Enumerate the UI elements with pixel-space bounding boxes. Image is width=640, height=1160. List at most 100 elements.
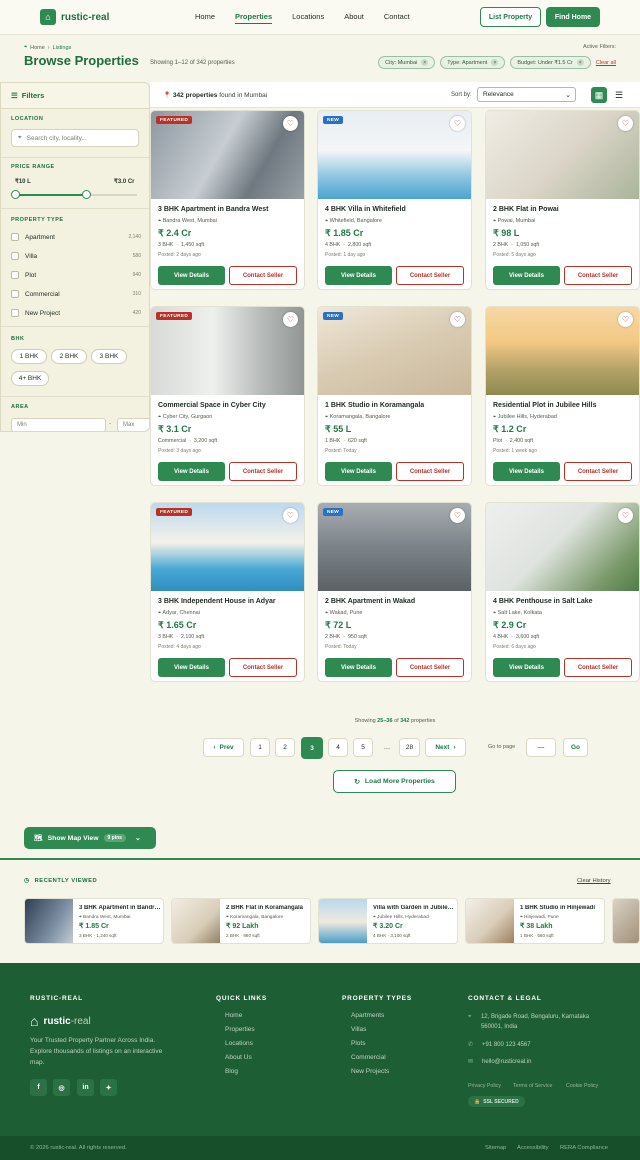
location-search-input[interactable]: ⌖ Search city, locality... — [11, 129, 139, 147]
bhk-option-1[interactable]: 1 BHK — [11, 349, 47, 364]
heart-icon[interactable]: ♡ — [283, 508, 298, 523]
view-details-button[interactable]: View Details — [325, 658, 392, 677]
close-icon[interactable]: × — [576, 59, 584, 66]
property-image[interactable] — [151, 307, 304, 395]
checkbox[interactable] — [11, 309, 19, 317]
view-details-button[interactable]: View Details — [493, 658, 560, 677]
goto-button[interactable]: Go — [563, 738, 588, 757]
checkbox[interactable] — [11, 233, 19, 241]
footer-logo[interactable]: ⌂ rustic-real — [30, 1013, 91, 1029]
contact-seller-button[interactable]: Contact Seller — [229, 462, 297, 481]
contact-seller-button[interactable]: Contact Seller — [564, 462, 632, 481]
show-map-view-button[interactable]: 🗺 Show Map View 9 pins ⌄ — [24, 827, 156, 849]
type-option-new-project[interactable]: New Project 420 — [11, 307, 141, 319]
contact-seller-button[interactable]: Contact Seller — [229, 658, 297, 677]
property-title[interactable]: 4 BHK Villa in Whitefield — [325, 206, 406, 213]
property-title[interactable]: 3 BHK Apartment in Bandra West — [158, 206, 268, 213]
close-icon[interactable]: × — [491, 59, 499, 66]
area-max-input[interactable]: Max — [117, 418, 149, 431]
linkedin-icon[interactable]: in — [77, 1079, 94, 1096]
footer-link-home[interactable]: Home — [225, 1012, 242, 1019]
find-home-button[interactable]: Find Home — [546, 7, 600, 27]
page-button[interactable]: 1 — [250, 738, 270, 757]
page-button[interactable]: 4 — [328, 738, 348, 757]
property-card[interactable]: NEW ♡ 1 BHK Studio in Koramangala ⌖ Koraman… — [317, 306, 472, 486]
prev-page-button[interactable]: ‹ Prev — [203, 738, 244, 757]
heart-icon[interactable]: ♡ — [618, 508, 633, 523]
view-details-button[interactable]: View Details — [158, 266, 225, 285]
property-title[interactable]: 3 BHK Independent House in Adyar — [158, 598, 276, 605]
heart-icon[interactable]: ♡ — [283, 312, 298, 327]
recently-viewed-card[interactable]: 3 BHK Apartment in Bandra West ⌖ Bandra W… — [24, 898, 164, 944]
contact-seller-button[interactable]: Contact Seller — [564, 658, 632, 677]
view-details-button[interactable]: View Details — [325, 462, 392, 481]
list-view-icon[interactable]: ☰ — [611, 87, 627, 103]
cookie-policy-link[interactable]: Cookie Policy — [566, 1083, 598, 1089]
property-title[interactable]: 2 BHK Apartment in Wakad — [325, 598, 415, 605]
view-details-button[interactable]: View Details — [325, 266, 392, 285]
clear-all-link[interactable]: Clear all — [596, 60, 616, 66]
property-card[interactable]: ♡ 4 BHK Penthouse in Salt Lake ⌖ Salt Lake… — [485, 502, 640, 682]
contact-seller-button[interactable]: Contact Seller — [229, 266, 297, 285]
property-title[interactable]: 1 BHK Studio in Koramangala — [325, 402, 424, 409]
instagram-icon[interactable]: ◎ — [53, 1079, 70, 1096]
page-button[interactable]: 2 — [275, 738, 295, 757]
footer-type-villas[interactable]: Villas — [351, 1026, 366, 1033]
property-title[interactable]: Commercial Space in Cyber City — [158, 402, 266, 409]
recently-viewed-card[interactable]: 2 BHK Flat in Koramangala ⌖ Koramangala, … — [171, 898, 311, 944]
footer-link-properties[interactable]: Properties — [225, 1026, 255, 1033]
breadcrumb-home[interactable]: Home — [30, 45, 45, 51]
terms-link[interactable]: Terms of Service — [513, 1083, 552, 1089]
property-image[interactable] — [486, 503, 639, 591]
property-card[interactable]: FEATURED ♡ 3 BHK Apartment in Bandra West ⌖… — [150, 110, 305, 290]
heart-icon[interactable]: ♡ — [618, 312, 633, 327]
property-card[interactable]: FEATURED ♡ 3 BHK Independent House in Adya… — [150, 502, 305, 682]
property-image[interactable] — [318, 503, 471, 591]
footer-type-new-projects[interactable]: New Projects — [351, 1068, 389, 1075]
property-card[interactable]: NEW ♡ 4 BHK Villa in Whitefield ⌖ Whitefiel… — [317, 110, 472, 290]
recently-viewed-card[interactable]: Villa with Garden in Jubilee Hills ⌖ Jubi… — [318, 898, 458, 944]
nav-properties[interactable]: Properties — [235, 12, 273, 24]
logo[interactable]: ⌂ rustic-real — [40, 9, 109, 25]
clear-history-link[interactable]: Clear History — [577, 878, 611, 884]
nav-locations[interactable]: Locations — [292, 12, 324, 24]
grid-view-icon[interactable]: ▦ — [591, 87, 607, 103]
contact-seller-button[interactable]: Contact Seller — [396, 266, 464, 285]
type-option-apartment[interactable]: Apartment 2,140 — [11, 231, 141, 243]
privacy-policy-link[interactable]: Privacy Policy — [468, 1083, 501, 1089]
footer-phone[interactable]: ✆ +91 800 123 4567 — [468, 1040, 531, 1050]
property-title[interactable]: Residential Plot in Jubilee Hills — [493, 402, 596, 409]
contact-seller-button[interactable]: Contact Seller — [564, 266, 632, 285]
recently-viewed-card[interactable]: 1 BHK Studio in Hinjewadi ⌖ Hinjewadi, Pu… — [465, 898, 605, 944]
property-card[interactable]: ♡ 2 BHK Flat in Powai ⌖ Powai, Mumbai ₹ 98 … — [485, 110, 640, 290]
bhk-option-4-plus[interactable]: 4+ BHK — [11, 371, 49, 386]
footer-link-locations[interactable]: Locations — [225, 1040, 253, 1047]
contact-seller-button[interactable]: Contact Seller — [396, 658, 464, 677]
property-image[interactable] — [318, 111, 471, 199]
checkbox[interactable] — [11, 271, 19, 279]
list-property-button[interactable]: List Property — [480, 7, 541, 27]
checkbox[interactable] — [11, 290, 19, 298]
bhk-option-3[interactable]: 3 BHK — [91, 349, 127, 364]
recently-viewed-card-partial[interactable] — [612, 898, 640, 944]
contact-seller-button[interactable]: Contact Seller — [396, 462, 464, 481]
page-button[interactable]: 5 — [353, 738, 373, 757]
sort-select[interactable]: Relevance ⌄ — [477, 87, 576, 102]
footer-type-plots[interactable]: Plots — [351, 1040, 365, 1047]
property-image[interactable] — [151, 503, 304, 591]
filter-chip-budget[interactable]: Budget: Under ₹1.5 Cr × — [510, 56, 591, 69]
page-button[interactable]: 28 — [399, 738, 420, 757]
property-image[interactable] — [151, 111, 304, 199]
page-button-current[interactable]: 3 — [301, 737, 323, 759]
property-title[interactable]: 2 BHK Flat in Powai — [493, 206, 559, 213]
view-details-button[interactable]: View Details — [493, 266, 560, 285]
property-card[interactable]: ♡ Residential Plot in Jubilee Hills ⌖ Jubi… — [485, 306, 640, 486]
footer-type-commercial[interactable]: Commercial — [351, 1054, 386, 1061]
filter-chip-type[interactable]: Type: Apartment × — [440, 56, 506, 69]
property-card[interactable]: FEATURED ♡ Commercial Space in Cyber City ⌖… — [150, 306, 305, 486]
checkbox[interactable] — [11, 252, 19, 260]
nav-about[interactable]: About — [344, 12, 364, 24]
goto-page-input[interactable]: — — [526, 738, 556, 757]
view-details-button[interactable]: View Details — [158, 462, 225, 481]
type-option-commercial[interactable]: Commercial 310 — [11, 288, 141, 300]
